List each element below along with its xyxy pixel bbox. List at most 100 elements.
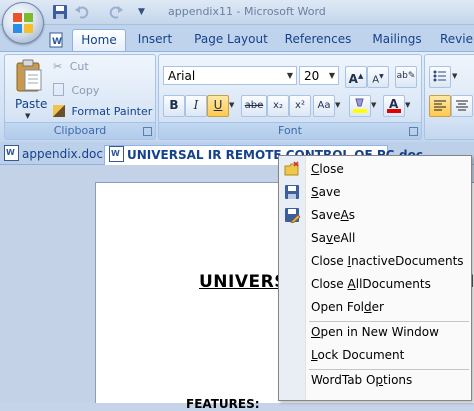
menu-item-label: tions — [383, 373, 413, 387]
change-case-button[interactable]: Aa — [313, 95, 335, 117]
scissors-icon: ✂ — [53, 60, 63, 73]
menu-item-save-as[interactable]: SaveAs — [279, 204, 471, 226]
clipboard-group: Paste ▼ ✂ Cut Copy Format Painter Clipbo… — [4, 54, 156, 140]
font-group: Arial ▼ 20 ▼ A▲ A▼ ab✎ B I U ▼ abe x₂ x²… — [158, 54, 422, 140]
format-painter-label: Format Painter — [71, 105, 153, 118]
save-as-icon — [284, 207, 301, 224]
subscript-button[interactable]: x₂ — [267, 95, 289, 117]
menu-item-label: llDocuments — [355, 277, 431, 291]
cut-button[interactable]: ✂ Cut — [53, 60, 89, 73]
menu-item-label: Close — [311, 277, 348, 291]
tab-review[interactable]: Revie — [440, 29, 474, 51]
tab-context-menu: Close Save SaveAs SaveAll Close Inactive… — [278, 155, 472, 401]
font-color-dropdown-icon[interactable]: ▼ — [405, 101, 410, 109]
font-size-value: 20 — [304, 69, 320, 83]
menu-item-label-key: A — [340, 208, 349, 222]
paragraph-group: ▼ — [424, 54, 474, 140]
align-left-icon — [434, 100, 446, 111]
grow-font-button[interactable]: A▲ — [345, 66, 367, 88]
paintbrush-icon — [53, 105, 65, 117]
format-painter-button[interactable]: Format Painter — [53, 105, 152, 118]
highlight-button[interactable] — [349, 95, 371, 117]
tab-references[interactable]: References — [282, 29, 354, 51]
word-doc-icon — [109, 146, 124, 162]
strikethrough-icon: abe — [244, 100, 264, 111]
menu-item-label: Close — [311, 254, 348, 268]
ribbon: Paste ▼ ✂ Cut Copy Format Painter Clipbo… — [0, 51, 474, 143]
bullets-button[interactable] — [429, 66, 451, 88]
office-logo-icon — [13, 13, 33, 33]
word-doc-icon: W — [46, 29, 66, 51]
document-features-heading: FEATURES: — [186, 397, 260, 411]
tab-home[interactable]: Home — [72, 29, 126, 52]
menu-item-wordtab-options[interactable]: WordTab Options — [279, 369, 471, 391]
chevron-down-icon: ▼ — [286, 71, 293, 80]
clear-formatting-button[interactable]: ab✎ — [395, 66, 417, 88]
menu-item-label: Sa — [311, 231, 326, 245]
bold-button[interactable]: B — [163, 95, 185, 117]
menu-item-save-all[interactable]: SaveAll — [279, 227, 471, 249]
doc-tab-appendix[interactable]: appendix.doc — [4, 145, 103, 164]
italic-icon: I — [193, 98, 199, 112]
bullets-icon — [433, 70, 446, 82]
office-button[interactable] — [2, 2, 44, 44]
menu-item-label: ave — [318, 185, 341, 199]
document-heading: UNIVERS — [199, 272, 287, 292]
copy-button[interactable]: Copy — [53, 83, 99, 97]
change-case-icon: Aa — [317, 100, 331, 111]
underline-icon: U — [213, 98, 223, 112]
font-launcher-icon[interactable] — [409, 127, 418, 136]
tab-page-layout[interactable]: Page Layout — [190, 29, 272, 51]
redo-icon[interactable] — [108, 4, 124, 20]
menu-item-lock-document[interactable]: Lock Document — [279, 344, 471, 366]
align-left-button[interactable] — [429, 95, 451, 117]
cut-label: Cut — [69, 60, 89, 73]
underline-dropdown-icon[interactable]: ▼ — [229, 101, 234, 109]
menu-item-label: pen in New Window — [320, 325, 439, 339]
bullets-dropdown-icon[interactable]: ▼ — [452, 72, 457, 80]
menu-item-label: Save — [311, 208, 341, 222]
clipboard-group-label: Clipboard — [5, 122, 155, 139]
grow-font-icon: A — [348, 72, 358, 86]
menu-item-open-new-window[interactable]: Open in New Window — [279, 321, 471, 343]
superscript-icon: x² — [295, 100, 305, 111]
italic-button[interactable]: I — [185, 95, 207, 117]
shrink-font-button[interactable]: A▼ — [367, 66, 389, 88]
menu-item-close-all[interactable]: Close AllDocuments — [279, 273, 471, 295]
customize-qat-icon[interactable]: ▼ — [138, 4, 154, 20]
highlighter-icon — [353, 98, 367, 113]
clear-formatting-icon: ab✎ — [396, 71, 416, 81]
underline-button[interactable]: U — [207, 95, 229, 117]
highlight-dropdown-icon[interactable]: ▼ — [371, 101, 376, 109]
copy-label: Copy — [71, 84, 100, 97]
paste-button[interactable]: Paste ▼ — [9, 57, 49, 121]
svg-text:A: A — [389, 97, 399, 111]
menu-item-label: lose — [319, 162, 344, 176]
tab-insert[interactable]: Insert — [132, 29, 178, 51]
doc-tab-label: appendix.doc — [22, 147, 103, 161]
chevron-down-icon: ▼ — [328, 71, 335, 80]
copy-icon — [53, 83, 64, 96]
menu-item-open-folder[interactable]: Open Folder — [279, 296, 471, 318]
font-color-button[interactable]: A — [383, 95, 405, 117]
undo-icon[interactable] — [74, 4, 90, 20]
svg-text:W: W — [52, 37, 62, 47]
save-icon[interactable] — [52, 4, 68, 20]
tab-mailings[interactable]: Mailings — [368, 29, 426, 51]
clipboard-launcher-icon[interactable] — [143, 127, 152, 136]
change-case-dropdown-icon[interactable]: ▼ — [335, 101, 340, 109]
subscript-icon: x₂ — [273, 100, 283, 111]
menu-item-save[interactable]: Save — [279, 181, 471, 203]
menu-item-label-key: d — [364, 300, 372, 314]
window-title: appendix11 - Microsoft Word — [168, 5, 326, 18]
font-name-combo[interactable]: Arial ▼ — [163, 66, 297, 85]
menu-item-label: ock Document — [317, 348, 405, 362]
font-size-combo[interactable]: 20 ▼ — [299, 66, 339, 85]
strikethrough-button[interactable]: abe — [241, 95, 267, 117]
font-name-value: Arial — [168, 69, 196, 83]
align-center-button[interactable] — [451, 95, 473, 117]
align-center-icon — [456, 100, 468, 111]
menu-item-close[interactable]: Close — [279, 158, 471, 180]
superscript-button[interactable]: x² — [289, 95, 311, 117]
menu-item-close-inactive[interactable]: Close InactiveDocuments — [279, 250, 471, 272]
